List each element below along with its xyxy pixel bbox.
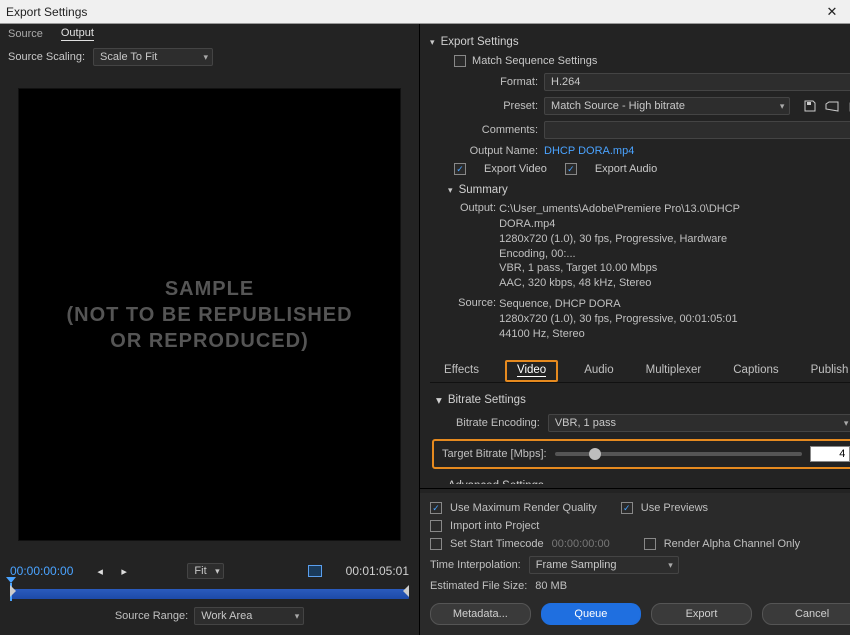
summary-output-label: Output:: [454, 202, 496, 214]
playback-bar: 00:00:00:00 ◂ ▸ Fit▾ 00:01:05:01: [0, 559, 419, 583]
cancel-button[interactable]: Cancel: [762, 603, 850, 625]
set-start-timecode-value: 00:00:00:00: [552, 538, 610, 550]
preview-tabs: Source Output: [0, 24, 419, 44]
tab-video[interactable]: Video: [517, 364, 546, 377]
video-preview: SAMPLE (NOT TO BE REPUBLISHED OR REPRODU…: [18, 88, 401, 541]
use-previews-checkbox[interactable]: [621, 502, 633, 514]
use-previews-label: Use Previews: [641, 502, 708, 514]
time-interpolation-label: Time Interpolation:: [430, 559, 521, 571]
comments-label: Comments:: [454, 124, 538, 136]
bitrate-encoding-select[interactable]: VBR, 1 pass▾: [548, 414, 850, 432]
output-name-label: Output Name:: [454, 145, 538, 157]
target-bitrate-label: Target Bitrate [Mbps]:: [442, 448, 547, 460]
twirl-down-icon[interactable]: ▾: [436, 479, 442, 484]
twirl-down-icon[interactable]: ▾: [436, 393, 442, 407]
export-video-label: Export Video: [484, 163, 547, 175]
aspect-ratio-icon[interactable]: [308, 565, 322, 577]
match-sequence-checkbox[interactable]: [454, 55, 466, 67]
import-into-project-checkbox[interactable]: [430, 520, 442, 532]
zoom-fit-select[interactable]: Fit▾: [187, 563, 223, 579]
duration-time: 00:01:05:01: [346, 564, 409, 578]
max-render-quality-checkbox[interactable]: [430, 502, 442, 514]
summary-source-text: Sequence, DHCP DORA 1280x720 (1.0), 30 f…: [499, 297, 738, 342]
tab-multiplexer[interactable]: Multiplexer: [640, 360, 708, 382]
queue-button[interactable]: Queue: [541, 603, 642, 625]
source-range-label: Source Range:: [115, 610, 188, 622]
out-point-icon[interactable]: [403, 585, 409, 597]
chevron-down-icon: ▾: [204, 52, 209, 63]
in-point-icon[interactable]: [10, 585, 16, 597]
settings-panel: ▾ Export Settings Match Sequence Setting…: [420, 24, 850, 635]
step-forward-icon[interactable]: ▸: [121, 565, 133, 577]
export-audio-checkbox[interactable]: [565, 163, 577, 175]
format-select[interactable]: H.264▾: [544, 73, 850, 91]
bitrate-encoding-label: Bitrate Encoding:: [456, 417, 540, 429]
save-preset-icon[interactable]: [802, 99, 818, 113]
estimated-size-label: Estimated File Size:: [430, 580, 527, 592]
current-time[interactable]: 00:00:00:00: [10, 564, 73, 578]
import-into-project-label: Import into Project: [450, 520, 539, 532]
settings-tabs: Effects Video Audio Multiplexer Captions…: [430, 352, 850, 383]
window-title: Export Settings: [6, 5, 820, 19]
source-range-select[interactable]: Work Area▾: [194, 607, 304, 625]
output-name-link[interactable]: DHCP DORA.mp4: [544, 145, 634, 157]
timeline[interactable]: [0, 583, 419, 601]
format-label: Format:: [454, 76, 538, 88]
delete-preset-icon[interactable]: [846, 99, 850, 113]
tab-effects[interactable]: Effects: [438, 360, 485, 382]
render-alpha-checkbox[interactable]: [644, 538, 656, 550]
preset-label: Preset:: [454, 100, 538, 112]
tab-audio[interactable]: Audio: [578, 360, 619, 382]
titlebar: Export Settings ✕: [0, 0, 850, 24]
set-start-timecode-checkbox[interactable]: [430, 538, 442, 550]
watermark: SAMPLE (NOT TO BE REPUBLISHED OR REPRODU…: [66, 276, 352, 354]
twirl-down-icon[interactable]: ▾: [430, 37, 435, 48]
max-render-quality-label: Use Maximum Render Quality: [450, 502, 597, 514]
summary-header[interactable]: ▾ Summary: [448, 184, 850, 196]
import-preset-icon[interactable]: [824, 99, 840, 113]
metadata-button[interactable]: Metadata...: [430, 603, 531, 625]
comments-input[interactable]: [544, 121, 850, 139]
source-scaling-label: Source Scaling:: [8, 51, 85, 63]
tab-publish[interactable]: Publish: [805, 360, 850, 382]
target-bitrate-slider[interactable]: [555, 452, 803, 456]
footer-panel: Use Maximum Render Quality Use Previews …: [420, 493, 850, 635]
set-start-timecode-label: Set Start Timecode: [450, 538, 544, 550]
render-alpha-label: Render Alpha Channel Only: [664, 538, 800, 550]
close-icon[interactable]: ✕: [820, 4, 844, 20]
tab-source[interactable]: Source: [8, 28, 43, 40]
summary-source-label: Source:: [454, 297, 496, 309]
estimated-size-value: 80 MB: [535, 580, 567, 592]
tab-captions[interactable]: Captions: [727, 360, 784, 382]
source-scaling-select[interactable]: Scale To Fit▾: [93, 48, 213, 66]
tab-video-highlight: Video: [505, 360, 558, 382]
export-audio-label: Export Audio: [595, 163, 657, 175]
preview-panel: Source Output Source Scaling: Scale To F…: [0, 24, 420, 635]
target-bitrate-input[interactable]: [810, 446, 850, 462]
time-interpolation-select[interactable]: Frame Sampling▾: [529, 556, 679, 574]
export-settings-header[interactable]: ▾ Export Settings: [430, 36, 850, 48]
export-button[interactable]: Export: [651, 603, 752, 625]
preset-select[interactable]: Match Source - High bitrate▾: [544, 97, 790, 115]
twirl-down-icon[interactable]: ▾: [448, 185, 453, 196]
step-back-icon[interactable]: ◂: [97, 565, 109, 577]
bitrate-settings-header[interactable]: ▾ Bitrate Settings: [436, 393, 850, 407]
export-video-checkbox[interactable]: [454, 163, 466, 175]
target-bitrate-highlight: Target Bitrate [Mbps]:: [432, 439, 850, 469]
advanced-settings-header[interactable]: ▾ Advanced Settings: [436, 479, 850, 484]
summary-output-text: C:\User_uments\Adobe\Premiere Pro\13.0\D…: [499, 202, 759, 291]
match-sequence-label: Match Sequence Settings: [472, 55, 597, 67]
tab-output[interactable]: Output: [61, 27, 94, 41]
